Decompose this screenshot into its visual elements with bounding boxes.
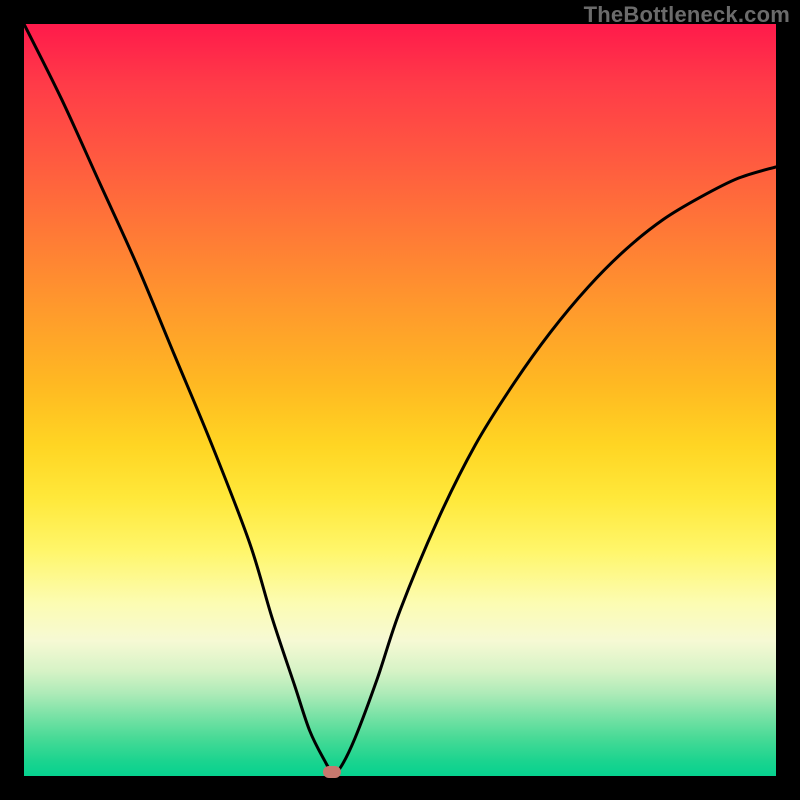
chart-frame: TheBottleneck.com bbox=[0, 0, 800, 800]
bottleneck-curve bbox=[24, 24, 776, 776]
plot-area bbox=[24, 24, 776, 776]
optimal-point-marker bbox=[323, 766, 341, 778]
